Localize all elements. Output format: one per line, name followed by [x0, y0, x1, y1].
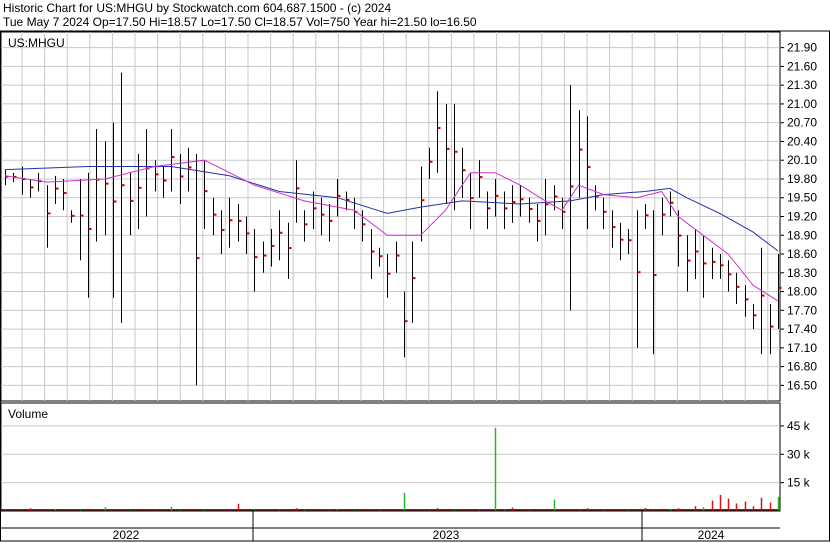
year-label: 2023 — [433, 528, 460, 542]
price-y-tick-label: 21.60 — [787, 59, 817, 73]
price-y-tick-label: 18.00 — [787, 285, 817, 299]
price-y-tick-label: 17.40 — [787, 322, 817, 336]
price-y-tick-label: 17.70 — [787, 303, 817, 317]
price-y-tick-label: 20.10 — [787, 153, 817, 167]
price-y-tick-label: 20.40 — [787, 134, 817, 148]
price-y-tick-label: 19.80 — [787, 172, 817, 186]
volume-y-tick-label: 30 k — [787, 447, 811, 461]
price-y-tick-label: 18.90 — [787, 228, 817, 242]
stock-chart: 21.90 21.60 21.30 21.00 20.70 20.40 20.10 19.80… — [0, 30, 830, 542]
price-y-tick-label: 16.50 — [787, 378, 817, 392]
price-y-tick-label: 18.60 — [787, 247, 817, 261]
price-y-tick-label: 21.90 — [787, 41, 817, 55]
volume-y-tick-label: 45 k — [787, 419, 811, 433]
volume-y-tick-label: 15 k — [787, 476, 811, 490]
volume-panel: Volume 45 k 30 k 15 k — [0, 402, 811, 512]
price-y-tick-label: 18.30 — [787, 266, 817, 280]
year-label: 2024 — [698, 528, 725, 542]
price-y-tick-label: 20.70 — [787, 116, 817, 130]
price-y-tick-label: 21.30 — [787, 78, 817, 92]
price-y-tick-label: 17.10 — [787, 341, 817, 355]
price-y-tick-label: 19.50 — [787, 191, 817, 205]
volume-panel-label: Volume — [8, 407, 48, 421]
x-axis: 2022 2023 2024 — [1, 510, 780, 542]
price-y-tick-label: 21.00 — [787, 97, 817, 111]
price-y-tick-label: 19.20 — [787, 210, 817, 224]
year-label: 2022 — [113, 528, 140, 542]
price-y-tick-label: 16.80 — [787, 360, 817, 374]
price-panel-label: US:MHGU — [8, 36, 65, 50]
volume-plot-frame — [0, 402, 781, 512]
